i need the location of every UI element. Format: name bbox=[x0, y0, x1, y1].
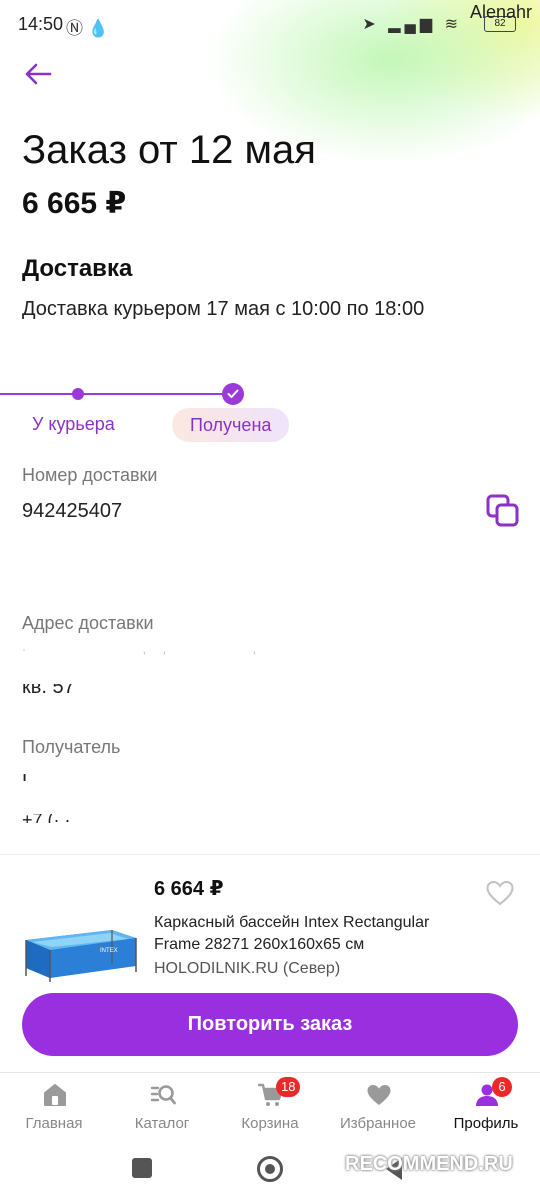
recipient-phone: +7 (· · bbox=[22, 810, 71, 830]
signal-wifi-icons: ➤ ▂▄▆ ≋ bbox=[362, 16, 462, 33]
catalog-search-icon bbox=[150, 1085, 176, 1105]
product-seller: HOLODILNIK.RU (Север) bbox=[154, 960, 341, 977]
delivery-number: 942425407 bbox=[22, 500, 123, 522]
nav-label-catalog: Каталог bbox=[134, 1115, 190, 1132]
divider bbox=[0, 854, 540, 855]
recent-apps-button[interactable] bbox=[132, 1158, 152, 1178]
copy-button[interactable] bbox=[484, 492, 522, 530]
cart-badge: 18 bbox=[276, 1077, 301, 1097]
delivery-description: Доставка курьером 17 мая с 10:00 по 18:0… bbox=[22, 298, 425, 320]
page-title: Заказ от 12 мая bbox=[22, 128, 316, 172]
progress-check-icon bbox=[222, 383, 244, 405]
recipient-label: Получатель bbox=[22, 737, 121, 757]
address-line-2: кв. 57 bbox=[22, 676, 75, 698]
heart-icon bbox=[367, 1085, 391, 1105]
progress-line bbox=[0, 393, 232, 395]
nav-label-home: Главная bbox=[25, 1115, 83, 1132]
repeat-order-button[interactable]: Повторить заказ bbox=[22, 993, 518, 1056]
nav-label-profile: Профиль bbox=[453, 1115, 519, 1132]
recommend-watermark: RECOMMEND.RU bbox=[345, 1153, 513, 1175]
nav-label-favorites: Избранное bbox=[339, 1115, 417, 1132]
favorite-heart-icon[interactable] bbox=[486, 880, 514, 906]
user-watermark: Alenahr bbox=[469, 2, 532, 22]
nav-item-profile[interactable]: 6 Профиль bbox=[432, 1073, 540, 1143]
back-button[interactable] bbox=[14, 50, 62, 98]
progress-step-courier: У курьера bbox=[32, 414, 115, 434]
copy-icon bbox=[486, 494, 519, 527]
product-name[interactable]: Каркасный бассейн Intex Rectangular Fram… bbox=[154, 912, 474, 956]
delivery-number-label: Номер доставки bbox=[22, 465, 158, 485]
nav-item-cart[interactable]: 18 Корзина bbox=[216, 1073, 324, 1143]
product-image-pool[interactable]: INTEX bbox=[20, 920, 140, 982]
product-price: 6 664 ₽ bbox=[154, 878, 224, 900]
order-total: 6 665 ₽ bbox=[22, 187, 127, 220]
home-button[interactable] bbox=[257, 1156, 283, 1182]
address-label: Адрес доставки bbox=[22, 613, 154, 633]
delivery-progress bbox=[0, 380, 540, 410]
nav-item-catalog[interactable]: Каталог bbox=[108, 1073, 216, 1143]
progress-step-received: Получена bbox=[172, 408, 290, 442]
home-icon bbox=[44, 1084, 66, 1106]
address-line-1: · , , , bbox=[22, 642, 257, 656]
status-notification-icons: Ⓝ 💧 bbox=[66, 19, 109, 38]
delivery-section-title: Доставка bbox=[22, 255, 133, 282]
bottom-navigation: Главная Каталог 18 Корзина Избранное 6 П… bbox=[0, 1072, 540, 1143]
profile-badge: 6 bbox=[492, 1077, 512, 1097]
arrow-left-icon bbox=[25, 63, 52, 85]
svg-text:INTEX: INTEX bbox=[100, 948, 118, 954]
progress-step-dot bbox=[72, 388, 84, 400]
nav-item-favorites[interactable]: Избранное bbox=[324, 1073, 432, 1143]
status-bar: 14:50 Ⓝ 💧 ➤ ▂▄▆ ≋ 82 Alenahr bbox=[0, 0, 540, 50]
recipient-name: Г bbox=[22, 768, 33, 790]
nav-label-cart: Корзина bbox=[241, 1115, 299, 1132]
nav-item-home[interactable]: Главная bbox=[0, 1073, 108, 1143]
status-time: 14:50 bbox=[18, 14, 64, 34]
